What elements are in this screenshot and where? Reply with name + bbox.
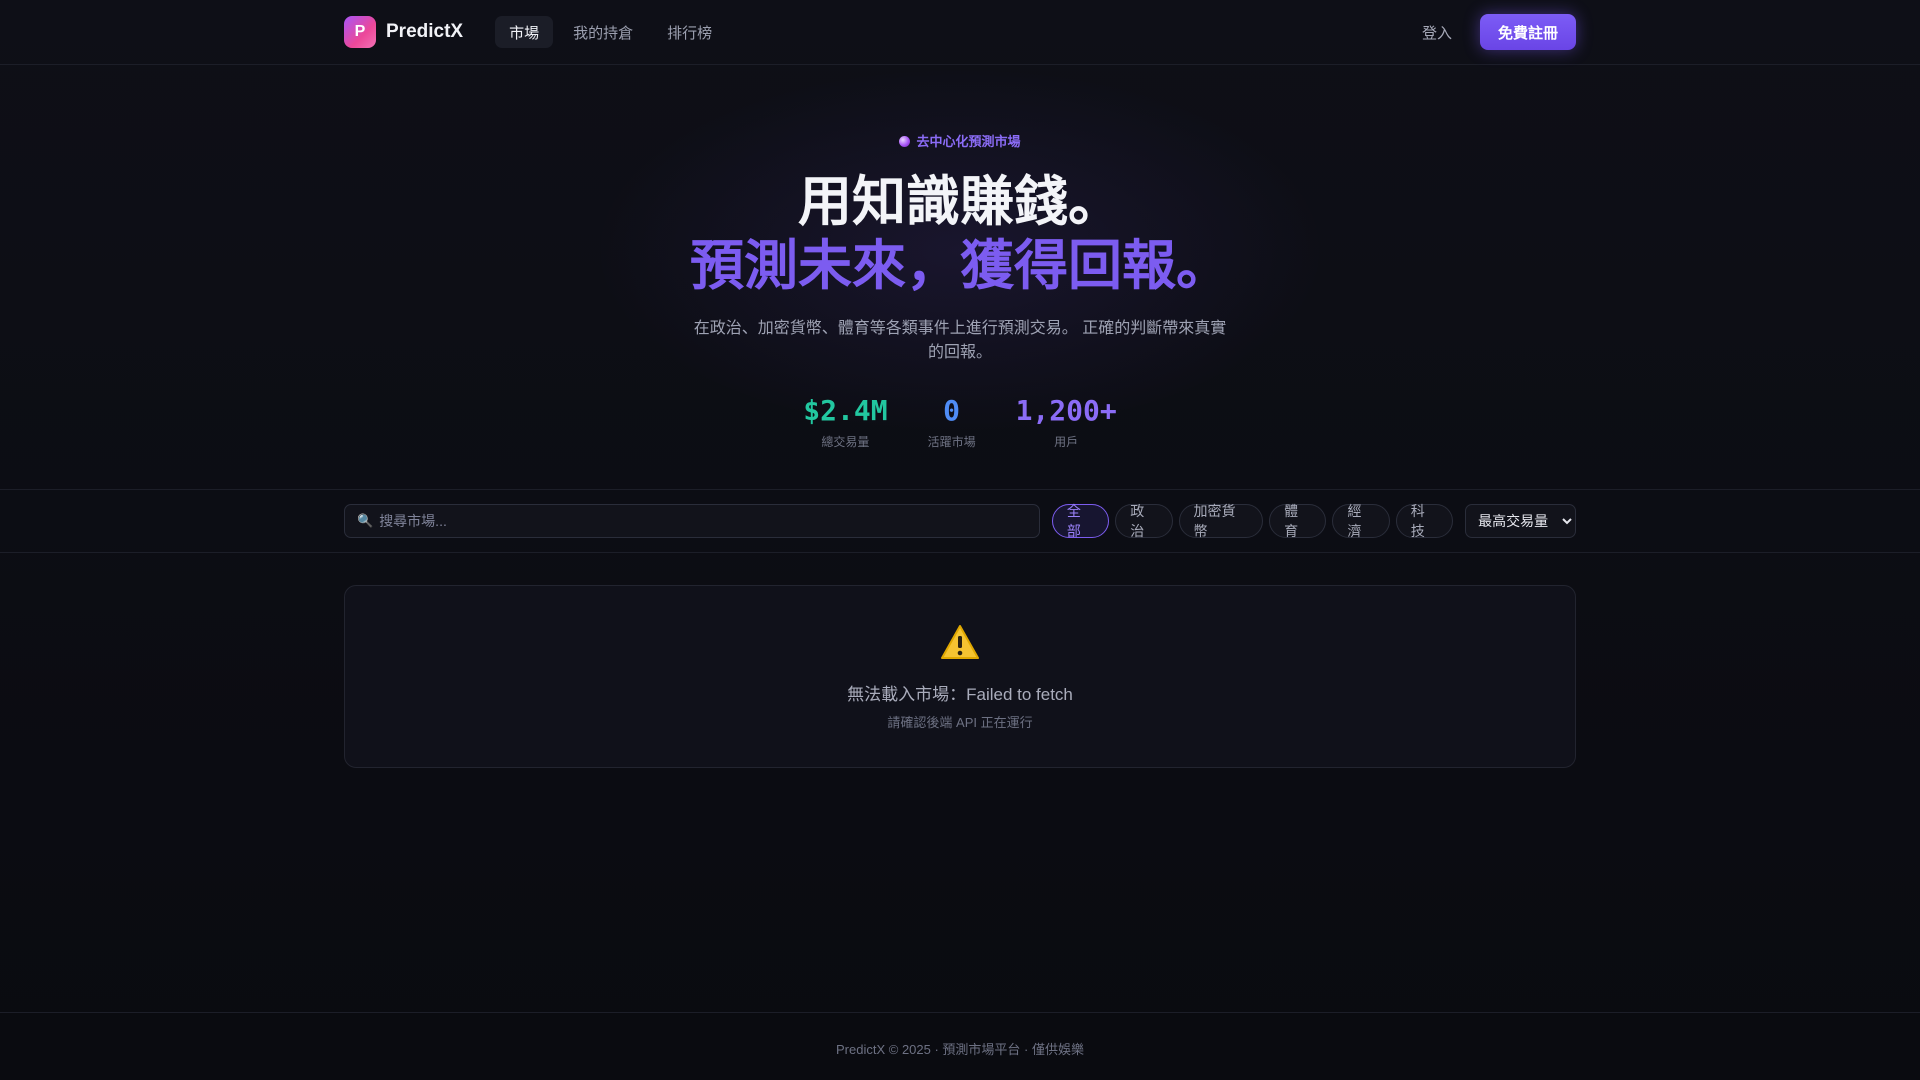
stat-label: 總交易量 xyxy=(821,435,870,449)
sort-select[interactable]: 最高交易量 xyxy=(1465,504,1576,538)
hero-badge-label: 去中心化預測市場 xyxy=(916,134,1021,149)
category-chip-politics[interactable]: 政治 xyxy=(1115,503,1173,539)
search-icon: 🔍 xyxy=(357,513,374,528)
stat-value: $2.4M xyxy=(803,394,888,427)
footer-text: PredictX © 2025 · 預測市場平台 · 僅供娛樂 xyxy=(836,1042,1084,1057)
error-message: 無法載入市場：Failed to fetch xyxy=(847,685,1073,704)
nav-item-markets[interactable]: 市場 xyxy=(495,16,554,48)
search-box[interactable]: 🔍 xyxy=(344,504,1040,538)
category-chip-crypto[interactable]: 加密貨幣 xyxy=(1178,503,1264,539)
login-link[interactable]: 登入 xyxy=(1422,22,1452,43)
nav-item-positions[interactable]: 我的持倉 xyxy=(559,16,647,48)
signup-button[interactable]: 免費註冊 xyxy=(1479,14,1576,50)
category-chips: 全部 政治 加密貨幣 體育 經濟 科技 xyxy=(1051,503,1454,539)
logo-icon[interactable]: P xyxy=(344,16,376,48)
stat-volume: $2.4M 總交易量 xyxy=(803,393,887,450)
stat-active-markets: 0 活躍市場 xyxy=(928,393,976,450)
stat-value: 0 xyxy=(943,394,960,427)
category-chip-sports[interactable]: 體育 xyxy=(1269,503,1327,539)
category-chip-tech[interactable]: 科技 xyxy=(1395,503,1454,539)
hero-title-highlight: 預測未來，獲得回報。 xyxy=(690,236,1230,296)
hero-stats: $2.4M 總交易量 0 活躍市場 1,200+ 用戶 xyxy=(0,393,1920,450)
category-chip-economy[interactable]: 經濟 xyxy=(1332,503,1390,539)
navbar-inner: P PredictX 市場 我的持倉 排行榜 登入 免費註冊 xyxy=(344,0,1576,64)
stat-value: 1,200+ xyxy=(1015,394,1117,427)
hero-title: 用知識賺錢。 xyxy=(798,172,1122,232)
hero-subtitle: 在政治、加密貨幣、體育等各類事件上進行預測交易。 正確的判斷帶來真實的回報。 xyxy=(693,320,1227,361)
stat-label: 活躍市場 xyxy=(927,435,976,449)
brand-name[interactable]: PredictX xyxy=(386,21,463,43)
filter-bar-inner: 🔍 全部 政治 加密貨幣 體育 經濟 科技 最高交易量 xyxy=(344,503,1576,539)
main-nav: 市場 我的持倉 排行榜 xyxy=(495,16,726,48)
filter-bar: 🔍 全部 政治 加密貨幣 體育 經濟 科技 最高交易量 xyxy=(0,489,1920,553)
stat-label: 用戶 xyxy=(1054,435,1079,449)
crystal-ball-icon xyxy=(899,136,911,147)
search-input[interactable] xyxy=(379,513,1039,529)
category-chip-all[interactable]: 全部 xyxy=(1051,503,1110,539)
hero-badge: 去中心化預測市場 xyxy=(0,131,1920,150)
top-navbar: P PredictX 市場 我的持倉 排行榜 登入 免費註冊 xyxy=(0,0,1920,65)
stat-users: 1,200+ 用戶 xyxy=(1016,393,1117,450)
nav-item-leaderboard[interactable]: 排行榜 xyxy=(653,16,726,48)
error-panel: 無法載入市場：Failed to fetch 請確認後端 API 正在運行 xyxy=(344,585,1576,768)
warning-icon xyxy=(345,624,1575,664)
error-hint: 請確認後端 API 正在運行 xyxy=(887,715,1033,730)
footer: PredictX © 2025 · 預測市場平台 · 僅供娛樂 xyxy=(0,1012,1920,1080)
